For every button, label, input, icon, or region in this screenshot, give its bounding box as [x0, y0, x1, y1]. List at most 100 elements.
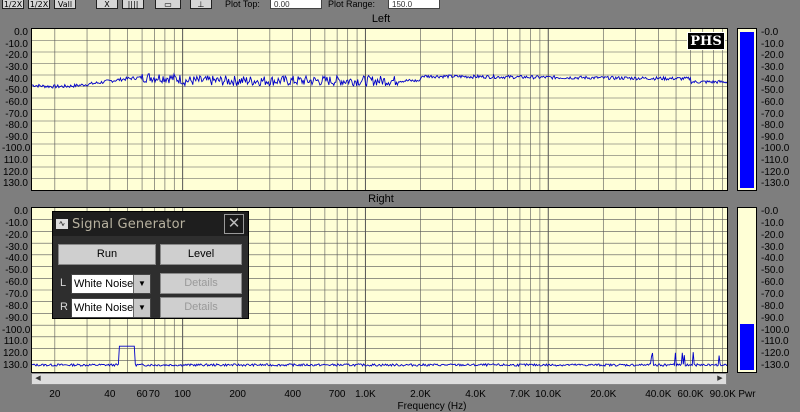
meter-label: -120.0: [761, 166, 790, 178]
left-level-meter: [737, 28, 757, 191]
meter-label: -130.0: [761, 178, 790, 190]
toolbar-button-floor[interactable]: ⊥: [190, 0, 212, 9]
scroll-left-arrow-icon[interactable]: ◀: [32, 374, 44, 384]
y-axis-label: -40.0: [5, 253, 28, 265]
close-icon[interactable]: ✕: [224, 214, 244, 234]
right-channel-label: R: [60, 301, 68, 313]
y-axis-label: -100.0: [2, 324, 31, 336]
y-axis-label: -70.0: [5, 289, 28, 300]
toolbar-button-window[interactable]: ▭: [155, 0, 181, 9]
meter-label: -0.0: [761, 27, 779, 38]
y-axis-label: -60.0: [5, 277, 28, 289]
toolbar-button-half-x[interactable]: 1/2X: [2, 0, 24, 9]
left-channel-label: L: [60, 277, 67, 289]
y-axis-label: 0.0: [14, 206, 28, 217]
meter-label: -0.0: [761, 206, 779, 217]
x-axis-label: 100: [174, 389, 191, 400]
meter-label: -60.0: [761, 96, 784, 108]
y-axis-label: -20.0: [5, 50, 28, 62]
meter-label: -70.0: [761, 108, 784, 120]
meter-label: -90.0: [761, 312, 784, 324]
meter-label: -80.0: [761, 300, 784, 312]
pwr-label: Pwr: [738, 389, 756, 400]
x-axis-label: 40.0K: [645, 389, 672, 400]
horizontal-scrollbar[interactable]: ◀ ▶: [31, 373, 727, 385]
left-meter-bar: [740, 32, 754, 188]
meter-label: -80.0: [761, 120, 784, 132]
signal-generator-window: ∿ Signal Generator ✕ Run Level L White N…: [52, 211, 249, 319]
y-axis-label: 110.0: [3, 336, 28, 348]
level-button[interactable]: Level: [160, 244, 242, 265]
right-plot-title: Right: [368, 193, 394, 205]
y-axis-label: -10.0: [5, 217, 28, 229]
meter-label: -60.0: [761, 277, 784, 289]
meter-label: -130.0: [761, 360, 790, 372]
meter-label: -50.0: [761, 85, 784, 97]
meter-label: -110.0: [761, 336, 789, 348]
y-axis-label: -80.0: [5, 120, 28, 132]
left-details-button[interactable]: Details: [160, 273, 242, 294]
x-axis-label: 2.0K: [410, 389, 431, 400]
meter-label: -100.0: [761, 324, 790, 336]
meter-label: -120.0: [761, 348, 790, 360]
x-axis-label: 40: [104, 389, 116, 400]
meter-label: -30.0: [761, 241, 784, 253]
meter-label: -10.0: [761, 217, 784, 229]
x-axis-label: 700: [328, 389, 346, 400]
x-axis-label: 70: [148, 389, 160, 400]
left-signal-select[interactable]: White Noise ▼: [71, 274, 151, 294]
x-axis-label: 60.0K: [677, 389, 704, 400]
y-axis-label: -20.0: [5, 229, 28, 241]
x-axis-label: 90.0K: [709, 389, 736, 400]
meter-label: -40.0: [761, 73, 784, 85]
y-axis-label: 0.0: [14, 27, 28, 38]
left-signal-value: White Noise: [74, 278, 134, 290]
toolbar-button-half-x-2[interactable]: 1/2X: [28, 0, 50, 9]
x-axis-label: 7.0K: [509, 389, 531, 400]
meter-label: -10.0: [761, 38, 784, 50]
x-axis-label: 4.0K: [465, 389, 486, 400]
y-axis-label: -100.0: [2, 143, 31, 155]
plot-top-field[interactable]: 0.00: [270, 0, 322, 9]
y-axis-label: 120.0: [2, 166, 28, 178]
right-signal-select[interactable]: White Noise ▼: [71, 298, 151, 318]
left-spectrum-plot[interactable]: PHS: [31, 28, 728, 191]
toolbar-button-vall[interactable]: Vall: [54, 0, 76, 9]
x-axis-title: Frequency (Hz): [397, 401, 467, 412]
left-plot-title: Left: [371, 13, 391, 25]
scroll-right-arrow-icon[interactable]: ▶: [714, 374, 726, 384]
meter-label: -110.0: [761, 155, 789, 167]
run-button[interactable]: Run: [58, 244, 156, 265]
meter-label: -20.0: [761, 229, 784, 241]
signal-generator-titlebar[interactable]: ∿ Signal Generator ✕: [53, 212, 248, 236]
meter-label: -40.0: [761, 253, 784, 265]
x-axis-label: 1.0K: [355, 389, 376, 400]
chevron-down-icon[interactable]: ▼: [133, 275, 150, 293]
signal-generator-title: Signal Generator: [72, 217, 186, 232]
x-axis-label: 200: [229, 389, 246, 400]
x-axis-label: 60: [136, 389, 148, 400]
toolbar-button-grid[interactable]: ||||: [122, 0, 144, 9]
right-signal-value: White Noise: [74, 302, 134, 314]
y-axis-label: -70.0: [5, 108, 28, 120]
right-meter-bar: [740, 324, 754, 370]
y-axis-label: 110.0: [3, 155, 28, 167]
y-axis-label: -10.0: [5, 38, 28, 50]
left-spectrum-svg: [32, 29, 727, 190]
plot-top-label: Plot Top:: [225, 0, 260, 9]
meter-label: -100.0: [761, 143, 790, 155]
y-axis-label: -60.0: [5, 96, 28, 108]
x-axis-label: 400: [284, 389, 302, 400]
meter-label: -50.0: [761, 265, 784, 277]
right-details-button[interactable]: Details: [160, 297, 242, 318]
y-axis-label: -50.0: [5, 265, 28, 277]
y-axis-label: -50.0: [5, 85, 28, 97]
toolbar-button-x[interactable]: X: [96, 0, 118, 9]
plot-range-field[interactable]: 150.0: [388, 0, 440, 9]
right-spectrum-trace: [32, 345, 727, 368]
y-axis-label: -30.0: [5, 61, 28, 73]
chevron-down-icon[interactable]: ▼: [133, 299, 150, 317]
plot-range-label: Plot Range:: [328, 0, 376, 9]
meter-label: -90.0: [761, 131, 784, 143]
left-spectrum-trace: [32, 72, 727, 89]
